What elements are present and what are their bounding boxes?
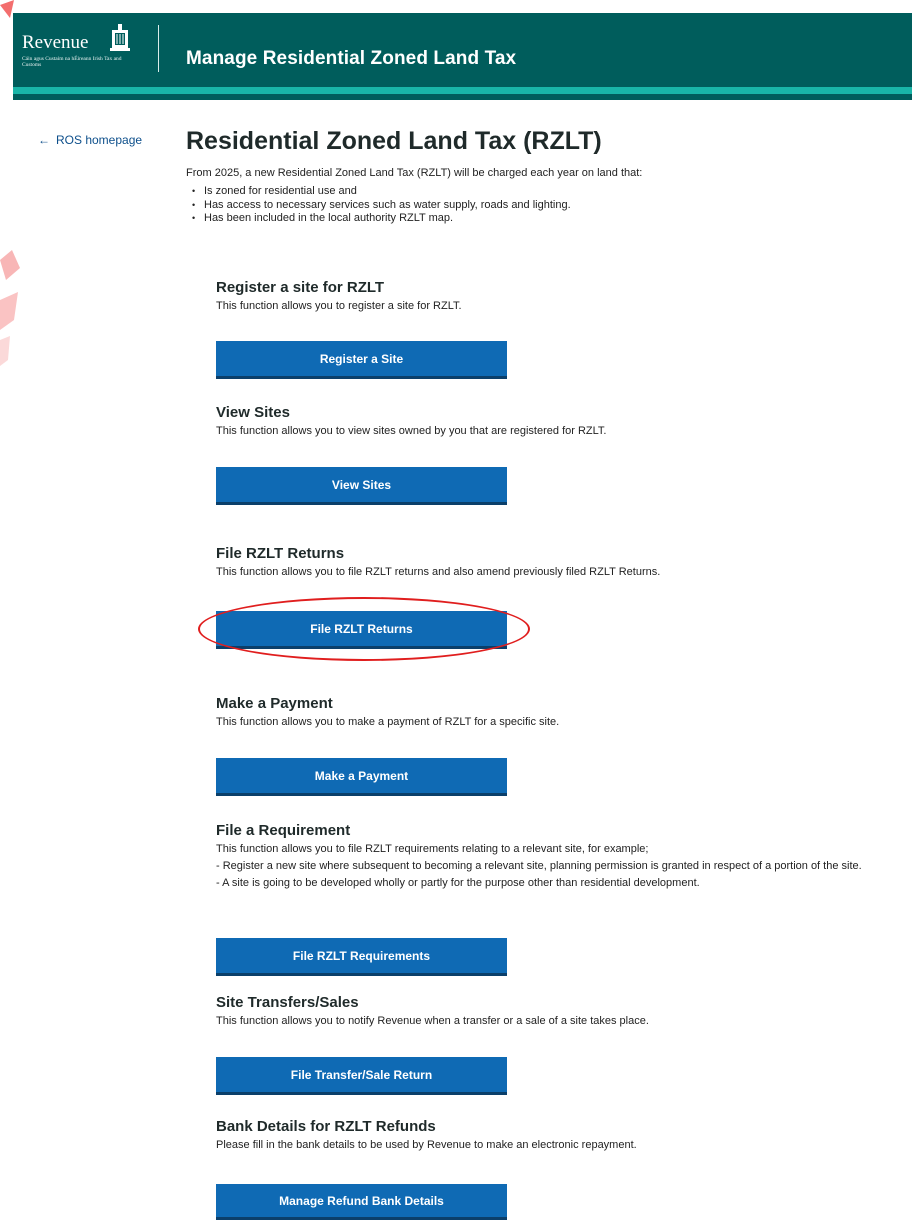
section-description: Please fill in the bank details to be us… [216,1139,637,1151]
register-site-button[interactable]: Register a Site [216,341,507,379]
section-file-requirement: File a Requirement This function allows … [216,822,906,891]
harp-icon [110,24,130,51]
section-description: This function allows you to register a s… [216,300,462,312]
back-arrow-icon: ← [38,133,50,147]
section-site-transfers: Site Transfers/Sales This function allow… [216,994,906,1029]
section-description-item: - Register a new site where subsequent t… [216,860,862,872]
section-make-payment: Make a Payment This function allows you … [216,695,906,730]
section-heading: View Sites [216,404,290,421]
section-description-item: - A site is going to be developed wholly… [216,877,700,889]
criteria-list: Is zoned for residential use and Has acc… [186,185,902,226]
file-rzlt-returns-button[interactable]: File RZLT Returns [216,611,507,649]
view-sites-button[interactable]: View Sites [216,467,507,505]
section-bank-details: Bank Details for RZLT Refunds Please fil… [216,1118,906,1153]
section-description: This function allows you to file RZLT re… [216,566,661,578]
section-heading: Register a site for RZLT [216,279,385,296]
list-item: Is zoned for residential use and [186,185,902,199]
main-content: Residential Zoned Land Tax (RZLT) From 2… [186,124,902,226]
section-description: This function allows you to notify Reven… [216,1015,649,1027]
section-heading: Site Transfers/Sales [216,994,359,1011]
header-accent-bar [13,87,912,94]
file-transfer-sale-button[interactable]: File Transfer/Sale Return [216,1057,507,1095]
back-link-label: ROS homepage [56,133,143,147]
make-payment-button[interactable]: Make a Payment [216,758,507,796]
section-heading: File RZLT Returns [216,545,345,562]
section-heading: Bank Details for RZLT Refunds [216,1118,436,1135]
section-description: This function allows you to make a payme… [216,716,560,728]
section-file-returns: File RZLT Returns This function allows y… [216,545,906,580]
ros-homepage-link[interactable]: ← ROS homepage [38,133,142,147]
section-description: This function allows you to view sites o… [216,425,607,437]
section-register-site: Register a site for RZLT This function a… [216,279,906,314]
intro-text: From 2025, a new Residential Zoned Land … [186,167,643,179]
file-requirements-button[interactable]: File RZLT Requirements [216,938,507,976]
section-view-sites: View Sites This function allows you to v… [216,404,906,439]
header-title: Manage Residential Zoned Land Tax [186,48,517,69]
manage-refund-bank-details-button[interactable]: Manage Refund Bank Details [216,1184,507,1220]
list-item: Has access to necessary services such as… [186,199,902,213]
header-divider [158,25,159,72]
section-heading: File a Requirement [216,822,351,839]
logo-word: Revenue [22,32,89,53]
revenue-logo[interactable]: Revenue Cáin agus Custaim na hÉireann Ir… [22,22,142,72]
section-description: This function allows you to file RZLT re… [216,843,649,855]
section-heading: Make a Payment [216,695,333,712]
page-title: Residential Zoned Land Tax (RZLT) [186,127,602,155]
logo-subtitle: Cáin agus Custaim na hÉireann Irish Tax … [22,56,122,68]
list-item: Has been included in the local authority… [186,212,902,226]
